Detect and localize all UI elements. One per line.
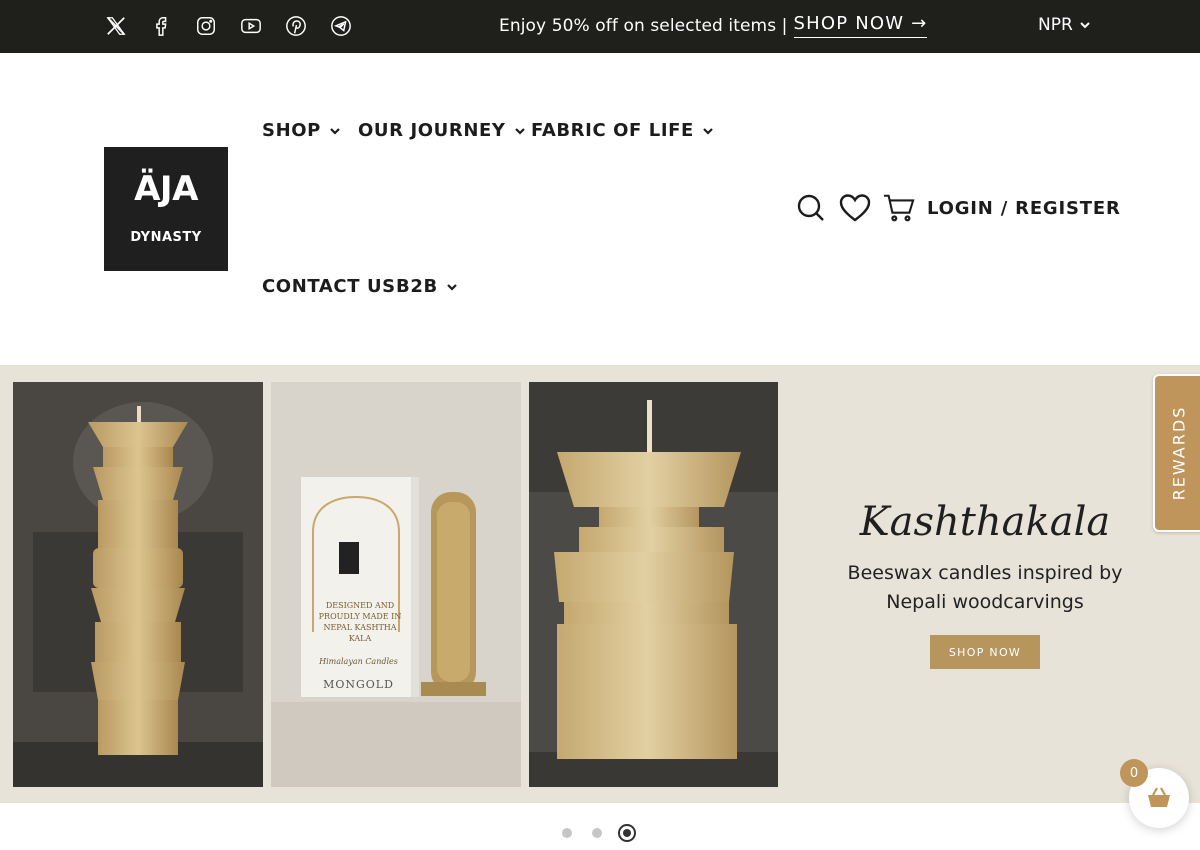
box-script-text: Himalayan Candles [319,657,398,666]
slider-pagination [562,824,636,842]
chevron-down-icon [330,127,340,135]
site-logo[interactable]: ÄJA DYNASTY [104,147,228,271]
box-brand-text: MONGOLD [323,678,394,691]
chevron-down-icon [446,283,457,291]
heart-icon[interactable] [839,192,871,224]
rewards-label: REWARDS [1169,405,1189,501]
hero-image-carved-candle-tower [13,382,263,787]
nav-shop[interactable]: SHOP [262,120,341,141]
rewards-tab[interactable]: REWARDS [1153,374,1200,532]
youtube-icon[interactable] [239,13,263,39]
hero-title: Kashthakala [859,499,1111,545]
facebook-icon[interactable] [149,13,173,39]
instagram-icon[interactable] [194,13,218,39]
nav-shop-label: SHOP [262,120,321,141]
cart-count-badge: 0 [1120,759,1148,787]
x-icon[interactable] [104,13,128,39]
hero-image-pagoda-candle [529,382,778,787]
header-actions [795,192,915,224]
telegram-icon[interactable] [329,13,353,39]
announcement-bar: Enjoy 50% off on selected items | SHOP N… [0,0,1200,53]
nav-contact-us[interactable]: CONTACT US [262,276,396,297]
nav-fabric-of-life-label: FABRIC OF LIFE [531,120,694,141]
promo-shop-now-link[interactable]: SHOP NOW → [793,13,928,38]
nav-our-journey[interactable]: OUR JOURNEY [358,120,526,141]
hero-subtitle: Beeswax candles inspired by Nepali woodc… [847,562,1123,613]
slider-dot-1[interactable] [562,828,572,838]
hero-shop-now-button[interactable]: SHOP NOW [930,635,1040,669]
nav-our-journey-label: OUR JOURNEY [358,120,506,141]
logo-wordmark: ÄJA [134,169,198,209]
currency-selector[interactable]: NPR [1038,15,1091,35]
basket-icon [1148,787,1170,807]
login-register-link[interactable]: LOGIN / REGISTER [927,198,1121,219]
cart-icon[interactable] [883,192,915,224]
chevron-down-icon [703,127,713,135]
nav-b2b[interactable]: B2B [396,276,458,297]
promo-banner: Enjoy 50% off on selected items | SHOP N… [499,13,928,38]
slider-dot-2[interactable] [592,828,602,838]
search-icon[interactable] [795,192,827,224]
logo-tagline: DYNASTY [130,230,202,245]
nav-fabric-of-life[interactable]: FABRIC OF LIFE [531,120,714,141]
chevron-down-icon [514,127,525,135]
hero-slider: DESIGNED AND PROUDLY MADE IN NEPAL KASHT… [0,365,1200,803]
nav-contact-us-label: CONTACT US [262,276,396,297]
social-links [104,13,353,39]
slider-dot-3-active[interactable] [618,824,636,842]
hero-image-product-box: DESIGNED AND PROUDLY MADE IN NEPAL KASHT… [271,382,521,787]
currency-label: NPR [1038,15,1073,35]
pinterest-icon[interactable] [284,13,308,39]
chevron-down-icon [1080,22,1090,29]
box-label-text: DESIGNED AND PROUDLY MADE IN NEPAL KASHT… [318,601,402,643]
promo-text: Enjoy 50% off on selected items | [499,15,788,36]
nav-b2b-label: B2B [396,276,438,297]
